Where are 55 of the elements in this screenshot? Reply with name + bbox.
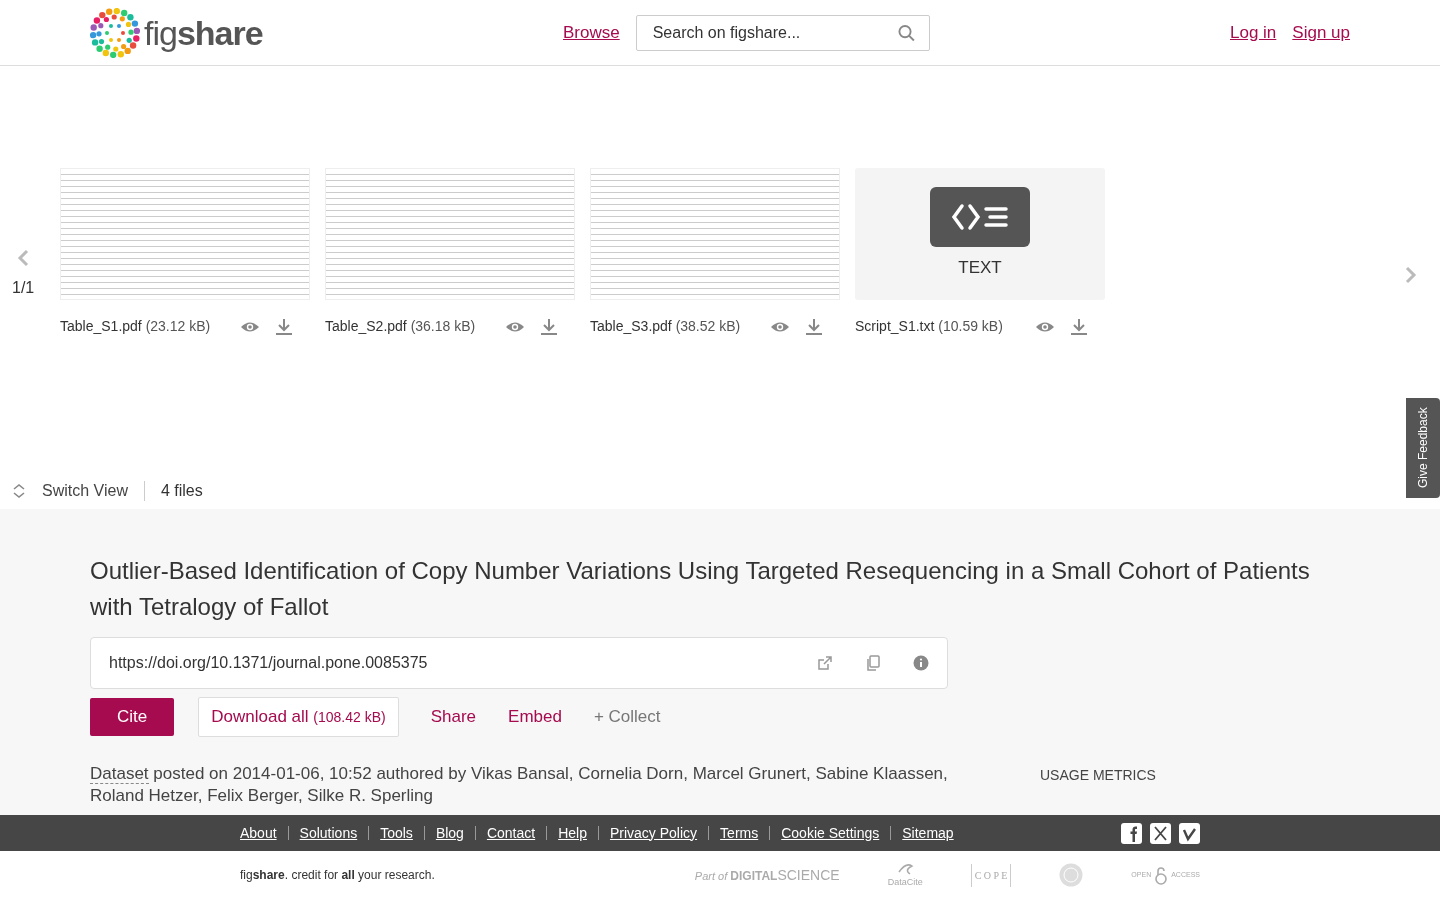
file-name: Table_S1.pdf <box>60 318 142 334</box>
download-icon[interactable] <box>806 318 822 335</box>
file-size: (36.18 kB) <box>410 318 476 334</box>
browse-link[interactable]: Browse <box>563 19 620 46</box>
download-all-button[interactable]: Download all (108.42 kB) <box>198 697 399 737</box>
usage-metrics-heading: USAGE METRICS <box>1040 765 1156 785</box>
download-icon[interactable] <box>276 318 292 335</box>
item-title: Outlier-Based Identification of Copy Number Variations Using Targeted Resequencing in a Small Cohort of Patients with Tetralogy of Fallot <box>90 556 1311 622</box>
share-button[interactable]: Share <box>422 704 477 730</box>
item-metadata: Dataset posted on 2014-01-06, 10:52 authored by Vikas Bansal, Cornelia Dorn, Marcel Grunert, Sabine Klaassen, Roland Hetzer, Felix Berger, Silke R. Sperling <box>90 762 949 807</box>
log-in-link[interactable]: Log in <box>1230 19 1277 46</box>
logo-text[interactable]: figshare <box>144 15 263 50</box>
padlock-icon <box>1155 865 1168 885</box>
feedback-tab[interactable]: Give Feedback <box>1406 398 1440 498</box>
footer-link[interactable]: Blog <box>435 822 464 844</box>
sign-up-link[interactable]: Sign up <box>1292 19 1350 46</box>
footer-link[interactable]: Tools <box>380 822 413 844</box>
footer-link[interactable]: About <box>240 822 277 844</box>
file-type-label: TEXT <box>958 257 1002 280</box>
file-name: Table_S3.pdf <box>590 318 672 334</box>
footer-tagline: figshare. credit for all your research. <box>240 867 435 884</box>
footer-link[interactable]: Privacy Policy <box>609 822 698 844</box>
vimeo-icon[interactable] <box>1179 822 1200 844</box>
doi-link[interactable]: https://doi.org/10.1371/journal.pone.0085375 <box>109 651 793 675</box>
copy-icon[interactable] <box>865 655 881 671</box>
search-icon <box>897 23 915 42</box>
embed-button[interactable]: Embed <box>500 704 562 730</box>
footer-link[interactable]: Terms <box>720 822 759 844</box>
footer-link[interactable]: Solutions <box>299 822 358 844</box>
file-size: (38.52 kB) <box>675 318 741 334</box>
file-size: (10.59 kB) <box>938 318 1003 334</box>
code-file-icon <box>950 202 1010 233</box>
footer-link[interactable]: Sitemap <box>902 822 954 844</box>
file-size: (23.12 kB) <box>145 318 211 334</box>
file-name: Script_S1.txt <box>855 318 935 334</box>
switch-view-button[interactable]: Switch View <box>42 479 128 503</box>
footer-link[interactable]: Help <box>558 822 587 844</box>
dataset-type-link[interactable]: Dataset <box>90 763 149 784</box>
collect-button[interactable]: + Collect <box>585 704 661 730</box>
external-link-icon[interactable] <box>817 655 833 671</box>
download-icon[interactable] <box>541 318 557 335</box>
search-box[interactable]: Search on figshare... <box>635 14 930 51</box>
file-preview[interactable]: TEXT <box>855 168 1105 300</box>
facebook-icon[interactable] <box>1121 822 1142 844</box>
file-count: 4 files <box>160 481 203 501</box>
x-icon[interactable] <box>1150 822 1171 844</box>
expand-collapse-icon[interactable] <box>12 483 26 499</box>
info-icon[interactable] <box>913 655 929 671</box>
download-icon[interactable] <box>1071 318 1087 335</box>
file-name: Table_S2.pdf <box>325 318 407 334</box>
logo-dots-icon <box>90 7 140 58</box>
footer-link[interactable]: Contact <box>486 822 536 844</box>
footer-link[interactable]: Cookie Settings <box>781 822 880 844</box>
page-indicator: 1/1 <box>12 278 35 298</box>
cite-button[interactable]: Cite <box>90 698 175 736</box>
